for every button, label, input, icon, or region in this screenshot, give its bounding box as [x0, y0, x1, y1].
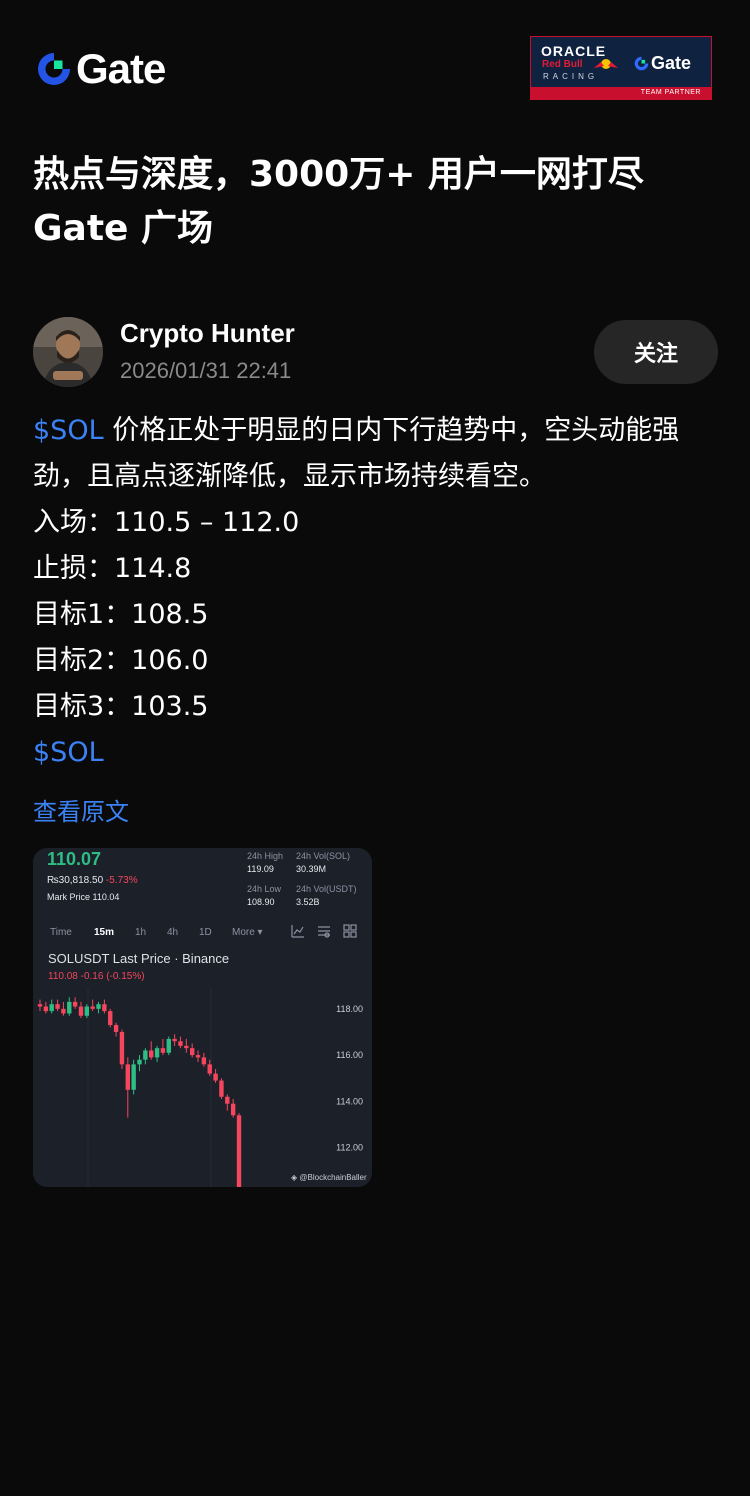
partner-gate-logo: Gate — [633, 53, 691, 74]
page-headline: 热点与深度，3000万+ 用户一网打尽 Gate 广场 — [33, 148, 723, 256]
candle-body — [149, 1050, 154, 1058]
candle-body — [72, 1001, 78, 1007]
candle-body — [184, 1045, 189, 1049]
candle-body — [119, 1031, 125, 1065]
gate-logo[interactable]: Gate — [34, 45, 166, 92]
candle-body — [90, 1006, 95, 1009]
stop-loss-line: 止损：114.8 — [33, 553, 192, 584]
partner-redbull-text: Red Bull — [542, 59, 583, 70]
team-partner-label: TEAM PARTNER — [531, 87, 711, 99]
y-tick-label: 118.00 — [336, 1004, 363, 1014]
gate-logo-icon — [38, 53, 70, 85]
chart-title: SOLUSDT Last Price · Binance — [48, 951, 230, 966]
candle-body — [125, 1064, 130, 1090]
post-timestamp: 2026/01/31 22:41 — [120, 358, 292, 383]
author-name[interactable]: Crypto Hunter — [120, 318, 295, 349]
candle-body — [131, 1064, 136, 1090]
y-tick-label: 116.00 — [336, 1050, 363, 1060]
candle-body — [213, 1073, 218, 1081]
target-3-line: 目标3：103.5 — [33, 691, 209, 722]
candle-body — [160, 1048, 166, 1053]
gate-logo-text: Gate — [76, 45, 166, 92]
target-1-line: 目标1：108.5 — [33, 599, 209, 630]
candle-body — [61, 1008, 66, 1014]
y-tick-label: 112.00 — [336, 1143, 363, 1153]
candle-body — [154, 1048, 160, 1058]
candle-body — [236, 1115, 242, 1187]
candle-body — [78, 1006, 84, 1016]
candle-body — [230, 1103, 236, 1116]
redbull-icon — [594, 59, 618, 69]
candlestick-chart: 118.00 116.00 114.00 112.00 — [37, 988, 363, 1187]
chart-image-card[interactable]: 110.07 ₨30,818.50 -5.73% Mark Price 110.… — [33, 848, 372, 1187]
headline-line-1: 热点与深度，3000万+ 用户一网打尽 — [33, 154, 644, 195]
candle-body — [43, 1006, 49, 1012]
candle-body — [96, 1004, 101, 1009]
candle-body — [189, 1048, 195, 1056]
candle-body — [137, 1059, 142, 1065]
candle-body — [201, 1057, 207, 1065]
post-intro-paragraph: $SOL 价格正处于明显的日内下行趋势中，空头动能强劲，且高点逐渐降低，显示市场… — [33, 408, 723, 500]
candle-body — [67, 1001, 72, 1014]
candle-body — [113, 1025, 119, 1032]
follow-button[interactable]: 关注 — [594, 320, 718, 384]
sol-tag-link-end[interactable]: $SOL — [33, 737, 104, 768]
candle-body — [166, 1038, 171, 1053]
post-content: $SOL 价格正处于明显的日内下行趋势中，空头动能强劲，且高点逐渐降低，显示市场… — [33, 408, 723, 776]
post-intro-text: 价格正处于明显的日内下行趋势中，空头动能强劲，且高点逐渐降低，显示市场持续看空。 — [33, 415, 680, 492]
candle-body — [84, 1006, 90, 1016]
candle-body — [207, 1064, 212, 1074]
partner-racing-text: RACING — [543, 72, 599, 81]
candle-body — [143, 1050, 148, 1060]
view-original-link[interactable]: 查看原文 — [33, 792, 129, 827]
gate-logo-icon — [634, 56, 649, 71]
candle-body — [102, 1004, 107, 1012]
candle-body — [55, 1004, 60, 1009]
candle-body — [219, 1080, 224, 1097]
partner-gate-text: Gate — [651, 53, 692, 73]
last-price-line: 110.08 -0.16 (-0.15%) — [48, 971, 145, 982]
sol-tag-link[interactable]: $SOL — [33, 415, 104, 446]
watermark-text: @BlockchainBaller — [299, 1173, 367, 1182]
candle-body — [195, 1055, 201, 1058]
candle-body — [172, 1038, 177, 1042]
candle-body — [37, 1004, 43, 1007]
avatar[interactable] — [33, 317, 103, 387]
binance-icon: ◈ — [291, 1173, 298, 1182]
candle-body — [178, 1041, 183, 1046]
watermark: ◈ @BlockchainBaller — [291, 1173, 367, 1182]
team-partner-banner[interactable]: ORACLE Red Bull RACING Gate TEAM PARTNER — [530, 36, 712, 100]
candle-body — [49, 1004, 54, 1012]
avatar-image — [33, 317, 103, 387]
candle-body — [108, 1011, 113, 1026]
target-2-line: 目标2：106.0 — [33, 645, 209, 676]
y-tick-label: 114.00 — [336, 1096, 363, 1106]
entry-line: 入场：110.5 – 112.0 — [33, 507, 300, 538]
headline-line-2: Gate 广场 — [33, 208, 214, 249]
candle-body — [225, 1096, 230, 1104]
